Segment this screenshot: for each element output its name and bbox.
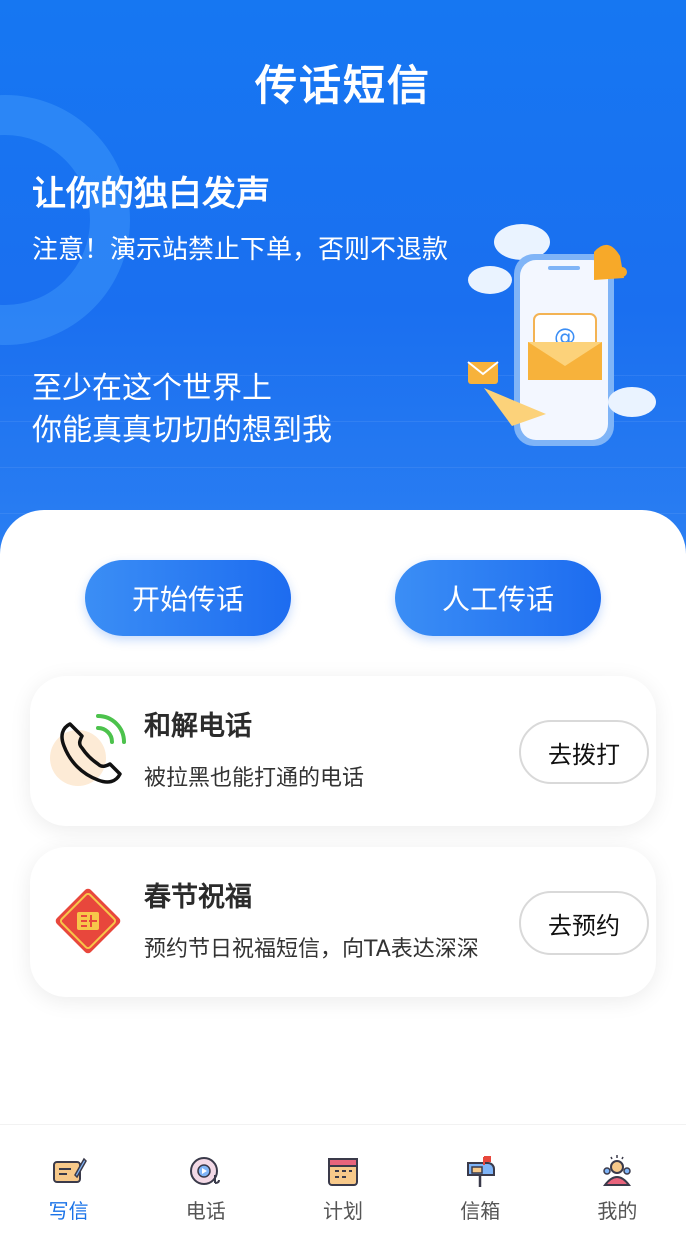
card-desc: 被拉黑也能打通的电话 [144, 766, 365, 791]
service-card-reconcile-call[interactable]: 和解电话 被拉黑也能打通的电话 去拨打 [30, 676, 656, 826]
phone-icon [50, 714, 126, 786]
card-title: 和解电话 [144, 711, 252, 742]
card-title: 春节祝福 [144, 882, 252, 913]
tab-mailbox[interactable]: 信箱 [412, 1125, 549, 1242]
tab-write-letter[interactable]: 写信 [0, 1125, 137, 1242]
page-title: 传话短信 [254, 61, 431, 110]
start-relay-button[interactable]: 开始传话 [85, 560, 291, 636]
tab-plan[interactable]: 计划 [274, 1125, 411, 1242]
write-letter-icon [52, 1157, 87, 1183]
decorative-ring [0, 95, 130, 345]
tab-label: 写信 [48, 1199, 89, 1223]
phone-record-icon [189, 1157, 220, 1185]
hero-poem: 至少在这个世界上 你能真真切切的想到我 [32, 368, 332, 452]
service-card-spring-greeting[interactable]: 春节祝福 预约节日祝福短信，向TA表达深深 去预约 [30, 847, 656, 997]
dial-button[interactable]: 去拨打 [519, 720, 649, 784]
reserve-button[interactable]: 去预约 [519, 891, 649, 955]
hero-banner: 传话短信 让你的独白发声 注意！演示站禁止下单，否则不退款 至少在这个世界上 你… [0, 0, 686, 560]
main-content: 开始传话 人工传话 和解电话 被拉黑也能打通的电话 去拨打 春节祝福 预约节日祝… [0, 510, 686, 1150]
tab-label: 信箱 [460, 1199, 501, 1223]
poem-line-2: 你能真真切切的想到我 [32, 413, 332, 448]
phone-mail-illustration: @ [467, 224, 656, 446]
mailbox-icon [467, 1156, 496, 1187]
tab-profile[interactable]: 我的 [549, 1125, 686, 1242]
poem-line-1: 至少在这个世界上 [32, 371, 272, 406]
fu-icon [55, 888, 121, 954]
manual-relay-button[interactable]: 人工传话 [395, 560, 601, 636]
tab-label: 我的 [597, 1199, 638, 1223]
bottom-tab-bar: 写信 电话 计划 信箱 我的 [0, 1124, 686, 1242]
hero-slogan: 让你的独白发声 [32, 174, 270, 214]
tab-phone[interactable]: 电话 [137, 1125, 274, 1242]
profile-icon [603, 1155, 632, 1186]
demo-notice: 注意！演示站禁止下单，否则不退款 [32, 235, 449, 265]
card-desc: 预约节日祝福短信，向TA表达深深 [144, 937, 479, 962]
tab-label: 电话 [185, 1199, 226, 1223]
tab-label: 计划 [323, 1199, 363, 1223]
calendar-icon [328, 1158, 358, 1186]
